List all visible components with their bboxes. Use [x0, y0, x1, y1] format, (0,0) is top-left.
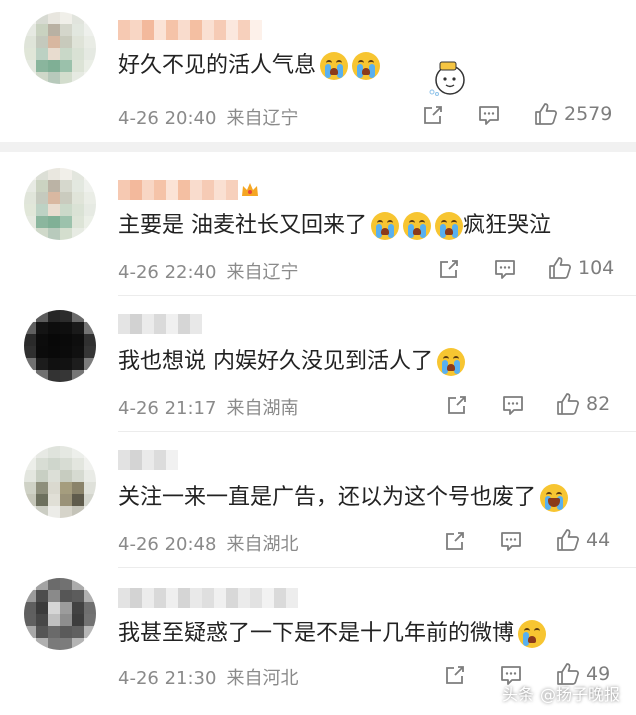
- like-button[interactable]: 2579: [534, 102, 612, 126]
- comment-button[interactable]: [502, 394, 524, 416]
- watermark-source: 头条: [501, 685, 534, 704]
- divider: [118, 431, 636, 432]
- username-blurred[interactable]: [118, 20, 262, 40]
- comment-icon: [479, 106, 499, 125]
- comment-button[interactable]: [494, 258, 516, 280]
- like-count: 82: [586, 393, 611, 415]
- avatar[interactable]: [24, 310, 96, 382]
- comment-text-content: 关注一来一直是广告，还以为这个号也废了: [118, 485, 537, 510]
- comment-meta: 4-26 21:17 来自湖南: [118, 394, 298, 420]
- like-count: 2579: [564, 103, 613, 125]
- username-blurred[interactable]: [118, 314, 202, 334]
- share-icon: [448, 396, 466, 414]
- thumbs-up-icon: [557, 529, 579, 551]
- comment-text-content: 我甚至疑惑了一下是不是十几年前的微博: [118, 621, 515, 646]
- comment-text: 我也想说 内娱好久没见到活人了: [118, 346, 465, 378]
- comment-text: 关注一来一直是广告，还以为这个号也废了: [118, 482, 569, 514]
- comment-text: 我甚至疑惑了一下是不是十几年前的微博: [118, 618, 547, 650]
- comment-date: 4-26 20:48: [118, 534, 217, 555]
- share-icon: [446, 666, 464, 684]
- crown-badge-icon: [242, 183, 258, 196]
- thumbs-up-icon: [535, 103, 557, 125]
- comment-meta: 4-26 20:40 来自辽宁: [118, 104, 298, 130]
- comment-meta: 4-26 20:48 来自湖北: [118, 530, 298, 556]
- like-button[interactable]: 104: [548, 256, 614, 280]
- like-count: 44: [586, 529, 611, 551]
- like-count: 104: [578, 257, 615, 279]
- crying-emoji-icon: [403, 212, 431, 240]
- crying-emoji-icon: [437, 348, 465, 376]
- section-separator: [0, 142, 636, 152]
- thumbs-up-icon: [549, 257, 571, 279]
- laugh-cry-emoji-icon: [540, 484, 569, 512]
- comment-location: 来自湖北: [226, 534, 299, 555]
- avatar[interactable]: [24, 12, 96, 84]
- comment-text: 好久不见的活人气息: [118, 50, 381, 82]
- sad-emoji-icon: [518, 620, 547, 648]
- comment-button[interactable]: [478, 104, 500, 126]
- comment-date: 4-26 22:40: [118, 262, 217, 283]
- comment-icon: [503, 396, 523, 415]
- share-icon: [440, 260, 458, 278]
- share-icon: [446, 532, 464, 550]
- share-button[interactable]: [444, 530, 466, 552]
- share-button[interactable]: [422, 104, 444, 126]
- comment-location: 来自湖南: [226, 398, 299, 419]
- comment-icon: [501, 532, 521, 551]
- sticker-icon: [429, 61, 465, 96]
- share-button[interactable]: [438, 258, 460, 280]
- avatar[interactable]: [24, 446, 96, 518]
- comment-meta: 4-26 22:40 来自辽宁: [118, 258, 298, 284]
- crying-emoji-icon: [435, 212, 463, 240]
- username-blurred[interactable]: [118, 588, 298, 608]
- share-button[interactable]: [446, 394, 468, 416]
- share-button[interactable]: [444, 664, 466, 686]
- thumbs-up-icon: [557, 393, 579, 415]
- comment-icon: [495, 260, 515, 279]
- comment-text: 主要是 油麦社长又回来了 疯狂哭泣: [118, 210, 551, 242]
- crying-emoji-icon: [371, 212, 399, 240]
- crying-emoji-icon: [320, 52, 349, 80]
- comment-date: 4-26 20:40: [118, 108, 217, 129]
- divider: [118, 295, 636, 296]
- comment-location: 来自河北: [226, 668, 299, 689]
- watermark-account: @扬子晚报: [539, 685, 620, 704]
- like-button[interactable]: 44: [556, 528, 610, 552]
- avatar[interactable]: [24, 168, 96, 240]
- comment-location: 来自辽宁: [226, 262, 299, 283]
- like-button[interactable]: 82: [556, 392, 610, 416]
- comment-location: 来自辽宁: [226, 108, 299, 129]
- comment-button[interactable]: [500, 530, 522, 552]
- comment-text-content: 好久不见的活人气息: [118, 53, 317, 78]
- crying-emoji-icon: [352, 52, 381, 80]
- avatar[interactable]: [24, 578, 96, 650]
- comment-text-suffix: 疯狂哭泣: [463, 213, 552, 238]
- comment-date: 4-26 21:30: [118, 668, 217, 689]
- divider: [118, 567, 636, 568]
- share-icon: [424, 106, 442, 124]
- comment-meta: 4-26 21:30 来自河北: [118, 664, 298, 690]
- watermark: 头条 @扬子晚报: [502, 681, 620, 705]
- comment-date: 4-26 21:17: [118, 398, 217, 419]
- comment-text-content: 我也想说 内娱好久没见到活人了: [118, 349, 433, 374]
- username-blurred[interactable]: [118, 180, 260, 200]
- comment-text-content: 主要是 油麦社长又回来了: [118, 213, 367, 238]
- username-blurred[interactable]: [118, 450, 178, 470]
